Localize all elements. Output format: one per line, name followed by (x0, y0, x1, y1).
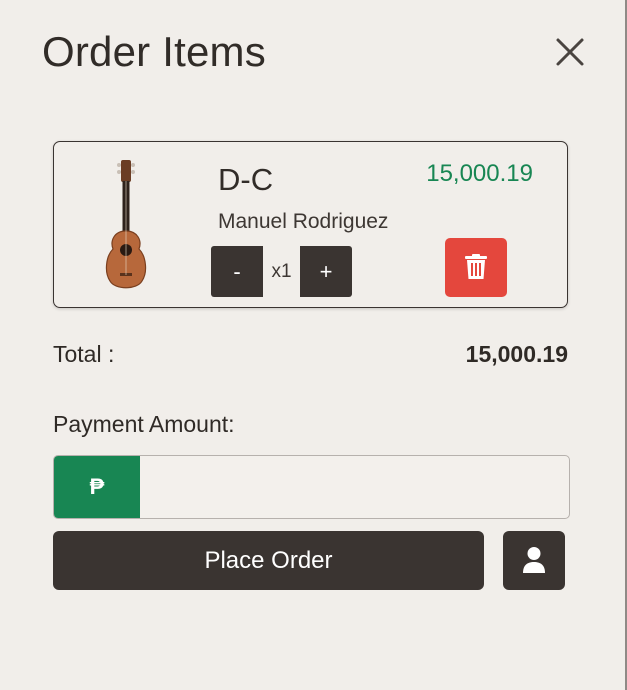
close-icon (556, 38, 584, 66)
payment-amount-input[interactable] (140, 456, 569, 518)
payment-amount-label: Payment Amount: (53, 411, 235, 437)
page-title: Order Items (42, 28, 266, 75)
total-value: 15,000.19 (465, 341, 568, 367)
quantity-value: x1 (271, 261, 292, 282)
guitar-image (105, 160, 147, 289)
product-name: D-C (218, 162, 274, 197)
delete-item-button[interactable] (445, 238, 507, 297)
payment-amount-group: ₱ (53, 455, 570, 519)
user-icon (523, 547, 545, 573)
close-button[interactable] (552, 34, 588, 70)
place-order-button[interactable]: Place Order (53, 531, 484, 590)
product-price: 15,000.19 (426, 160, 533, 187)
product-brand: Manuel Rodriguez (218, 210, 389, 233)
peso-currency-icon: ₱ (54, 456, 140, 518)
decrease-quantity-button[interactable]: - (211, 246, 263, 297)
order-items-panel: Order Items D-C Manuel Rodriguez 15,000.… (0, 0, 625, 690)
order-item-card: D-C Manuel Rodriguez 15,000.19 - x1 + (53, 141, 568, 308)
increase-quantity-button[interactable]: + (300, 246, 352, 297)
trash-icon (465, 254, 487, 279)
total-label: Total : (53, 341, 115, 367)
customer-button[interactable] (503, 531, 565, 590)
